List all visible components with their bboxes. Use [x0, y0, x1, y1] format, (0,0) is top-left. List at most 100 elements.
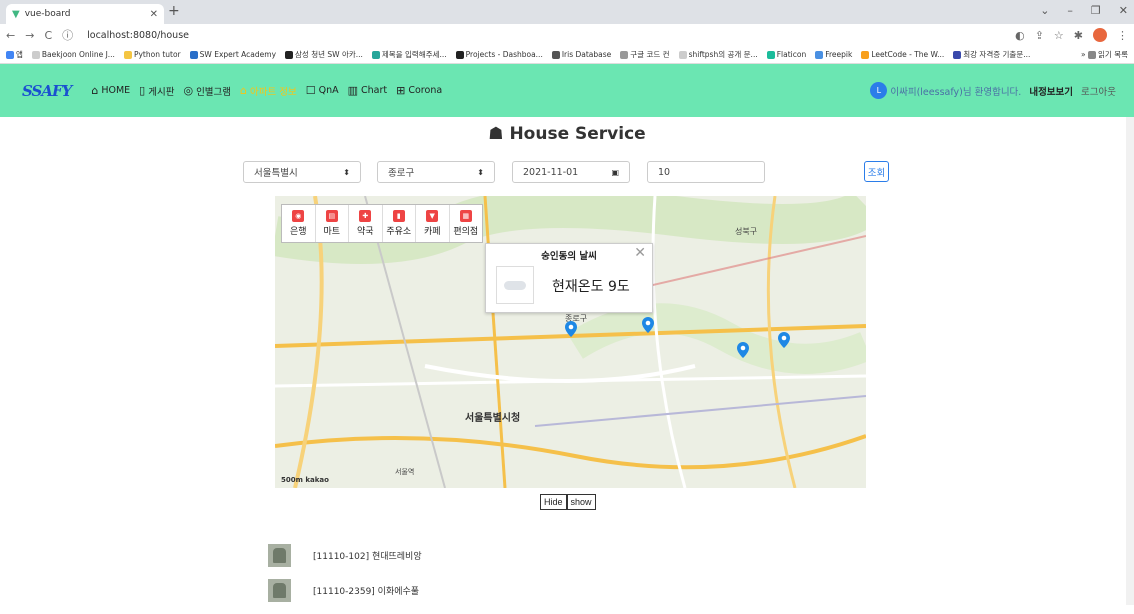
profile-avatar[interactable] [1093, 28, 1107, 42]
map-marker-icon[interactable] [565, 321, 577, 337]
bookmark-item[interactable]: 삼성 청년 SW 아카... [285, 49, 363, 60]
nav-qna[interactable]: ☐ QnA [306, 84, 339, 97]
bookmark-item[interactable]: Python tutor [123, 50, 181, 59]
instagram-icon: ◎ [183, 84, 194, 97]
kakao-logo: 500m kakao [281, 476, 329, 484]
back-icon[interactable]: ← [6, 29, 15, 42]
cafe-icon: ▼ [426, 210, 439, 222]
nav-home[interactable]: ⌂ HOME [91, 84, 130, 97]
weather-temperature: 현재온도 9도 [552, 279, 630, 295]
city-select[interactable]: 서울특별시 ⬍ [243, 161, 361, 183]
date-input[interactable]: 2021-11-01 ▣ [512, 161, 630, 183]
chart-icon: ▥ [347, 84, 359, 97]
reload-icon[interactable]: C [44, 29, 52, 42]
district-select[interactable]: 종로구 ⬍ [377, 161, 495, 183]
puzzle-icon[interactable]: ✱ [1074, 29, 1083, 42]
browser-tab-bar: ▼ vue-board ✕ + ⌄ – ❐ ✕ [0, 0, 1134, 24]
category-mart[interactable]: ▤ 마트 [316, 205, 349, 242]
bookmark-item[interactable]: LeetCode - The W... [861, 50, 944, 59]
close-tab-icon[interactable]: ✕ [150, 9, 158, 20]
bookmark-item[interactable]: Iris Database [551, 50, 611, 59]
house-icon: ⌂ [240, 84, 248, 97]
page-title: ☗ House Service [488, 124, 646, 144]
bank-icon: ◉ [292, 210, 305, 222]
bookmark-item[interactable]: SW Expert Academy [189, 50, 276, 59]
logout-link[interactable]: 로그아웃 [1081, 84, 1116, 98]
marker-toggle: Hide show [540, 494, 596, 510]
url-input[interactable]: localhost:8080/house [87, 30, 189, 41]
calendar-icon[interactable]: ▣ [611, 168, 619, 177]
bookmark-item[interactable]: shiftpsh의 공개 문... [678, 49, 758, 60]
nav-apartment[interactable]: ⌂ 아파트 정보 [240, 84, 297, 98]
nav-board[interactable]: ▯ 게시판 [139, 84, 174, 98]
house-list: [11110-102] 현대뜨레비앙 [11110-2359] 이화에수풀 [268, 544, 422, 614]
list-item[interactable]: [11110-2359] 이화에수풀 [268, 579, 422, 602]
nav-corona[interactable]: ⊞ Corona [396, 84, 442, 97]
map-label: 성북구 [735, 227, 757, 236]
bookmark-item[interactable]: 제목을 입력해주세... [371, 49, 447, 60]
house-icon: ☗ [488, 124, 504, 144]
category-gas-station[interactable]: ▮ 주유소 [383, 205, 416, 242]
house-thumbnail [268, 544, 291, 567]
bookmarks-bar: 앱 Baekjoon Online J... Python tutor SW E… [0, 46, 1134, 64]
maximize-icon[interactable]: ❐ [1091, 4, 1101, 17]
info-icon[interactable]: ⓘ [62, 27, 73, 43]
bookmark-item[interactable]: Freepik [815, 50, 852, 59]
count-input[interactable]: 10 [647, 161, 765, 183]
minimize-icon[interactable]: – [1067, 4, 1073, 17]
nav-chart[interactable]: ▥ Chart [348, 84, 388, 97]
share-icon[interactable]: ⇪ [1035, 29, 1044, 42]
list-item[interactable]: [11110-102] 현대뜨레비앙 [268, 544, 422, 567]
extension-icon[interactable]: ◐ [1015, 29, 1025, 42]
new-tab-icon[interactable]: + [168, 3, 180, 19]
cloud-icon [496, 266, 534, 304]
reading-list[interactable]: » 읽기 목록 [1081, 49, 1128, 60]
map-marker-icon[interactable] [737, 342, 749, 358]
category-toolbar: ◉ 은행 ▤ 마트 ✚ 약국 ▮ 주유소 ▼ 카페 ▦ 편의점 [281, 204, 483, 243]
pharmacy-icon: ✚ [359, 210, 372, 222]
ssafy-logo[interactable]: SSAFY [22, 82, 72, 100]
scrollbar[interactable] [1126, 117, 1134, 605]
avatar[interactable]: L [870, 82, 888, 99]
show-button[interactable]: show [566, 494, 596, 510]
tab-title: vue-board [24, 9, 71, 19]
bookmark-star-icon[interactable]: ☆ [1054, 29, 1064, 42]
top-navbar: SSAFY ⌂ HOME ▯ 게시판 ◎ 인별그램 ⌂ 아파트 정보 ☐ QnA ▥ Cha… [0, 64, 1134, 117]
chat-icon: ☐ [305, 84, 316, 97]
search-button[interactable]: 조회 [864, 161, 889, 182]
house-label: [11110-102] 현대뜨레비앙 [313, 552, 422, 562]
bookmark-item[interactable]: 구글 코드 컨 [620, 49, 670, 60]
bookmark-item[interactable]: 앱 [6, 49, 23, 60]
map-label: 서울특별시청 [465, 411, 520, 424]
search-filters: 서울특별시 ⬍ 종로구 ⬍ 2021-11-01 ▣ 10 조회 [243, 161, 903, 183]
vue-icon: ▼ [12, 8, 20, 20]
category-convenience-store[interactable]: ▦ 편의점 [450, 205, 483, 242]
category-bank[interactable]: ◉ 은행 [282, 205, 316, 242]
map-marker-icon[interactable] [642, 317, 654, 333]
menu-icon[interactable]: ⋮ [1117, 29, 1128, 42]
gas-station-icon: ▮ [392, 210, 405, 222]
close-window-icon[interactable]: ✕ [1119, 4, 1128, 17]
category-cafe[interactable]: ▼ 카페 [416, 205, 450, 242]
map-marker-icon[interactable] [778, 332, 790, 348]
forward-icon[interactable]: → [25, 29, 34, 42]
mypage-link[interactable]: 내정보보기 [1029, 84, 1073, 98]
hide-button[interactable]: Hide [540, 494, 567, 510]
chevron-down-icon[interactable]: ⌄ [1040, 4, 1049, 17]
user-area: L 이싸피(leessafy)님 환영합니다. 내정보보기 로그아웃 [870, 82, 1134, 99]
select-arrow-icon: ⬍ [477, 167, 484, 177]
bookmark-item[interactable]: Projects - Dashboa... [455, 50, 543, 59]
bookmark-item[interactable]: Flaticon [766, 50, 806, 59]
welcome-text: 이싸피(leessafy)님 환영합니다. [890, 86, 1022, 98]
plus-square-icon: ⊞ [396, 84, 406, 97]
browser-tab[interactable]: ▼ vue-board ✕ [6, 4, 164, 24]
category-pharmacy[interactable]: ✚ 약국 [349, 205, 383, 242]
mart-icon: ▤ [325, 210, 338, 222]
nav-instagram[interactable]: ◎ 인별그램 [183, 84, 231, 98]
kakao-map[interactable]: 서울특별시청 종로구 성북구 서울역 ◉ 은행 ▤ 마트 ✚ 약국 ▮ 주유소 ▼ 카페 … [275, 196, 866, 488]
close-icon[interactable]: ✕ [634, 245, 646, 261]
bookmark-item[interactable]: 최강 자격증 기출문... [953, 49, 1030, 60]
house-label: [11110-2359] 이화에수풀 [313, 587, 420, 597]
map-scale: 500m [281, 476, 303, 484]
bookmark-item[interactable]: Baekjoon Online J... [31, 50, 115, 59]
